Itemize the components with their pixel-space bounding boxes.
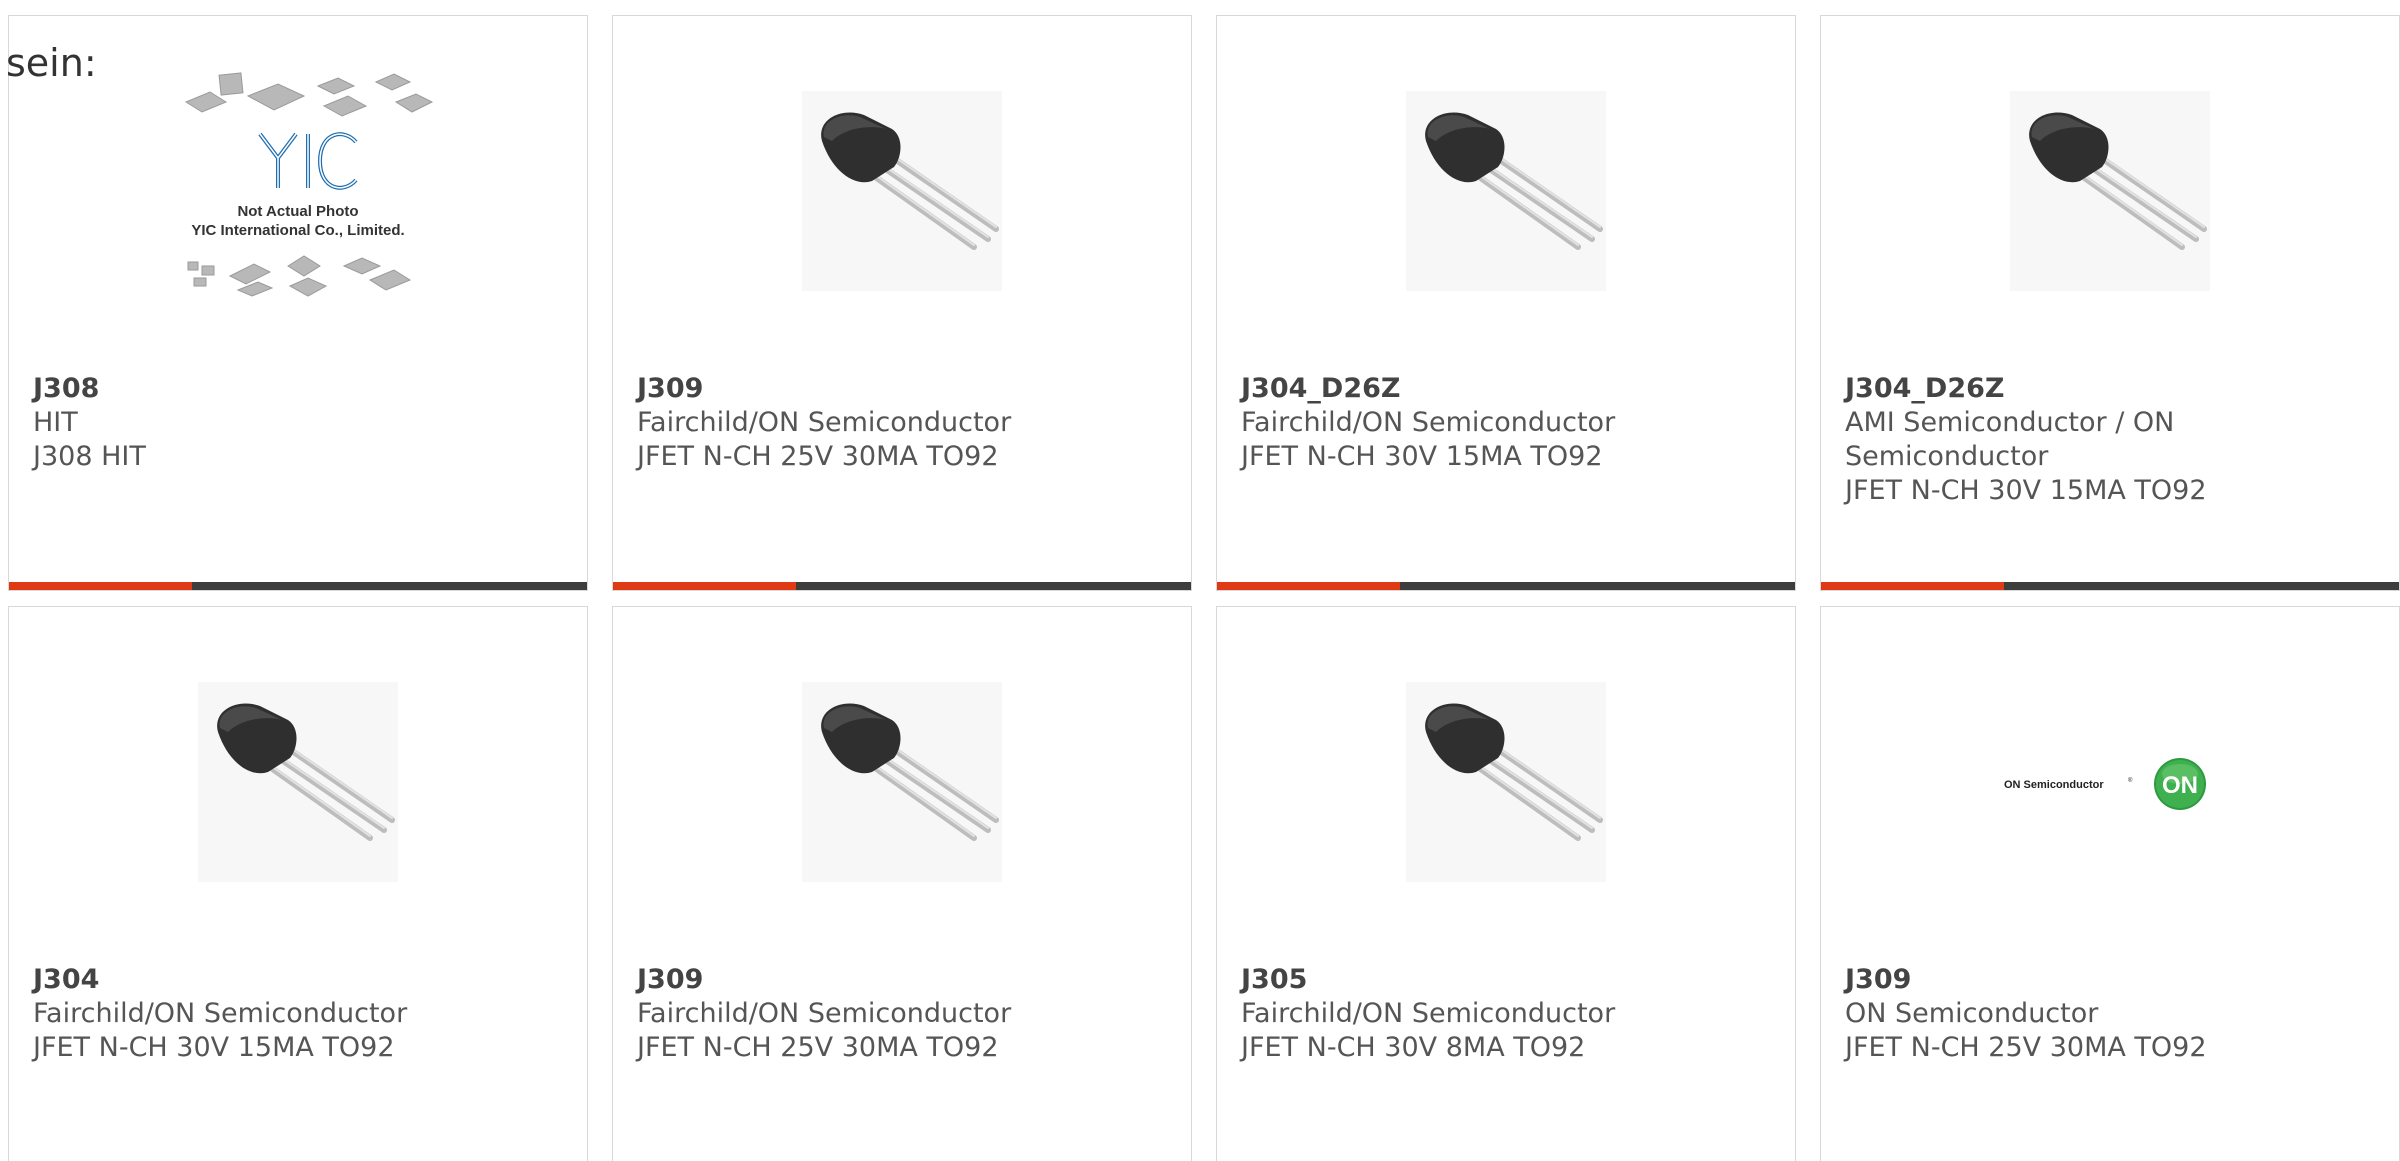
product-card[interactable]: Not Actual Photo YIC International Co., … xyxy=(8,15,588,591)
part-number[interactable]: J304_D26Z xyxy=(1241,372,1771,406)
part-number[interactable]: J304_D26Z xyxy=(1845,372,2375,406)
manufacturer: Fairchild/ON Semiconductor xyxy=(1241,998,1616,1029)
description: JFET N-CH 25V 30MA TO92 xyxy=(1845,1032,2207,1063)
to92-transistor-image xyxy=(802,91,1002,291)
yic-placeholder-image: Not Actual Photo YIC International Co., … xyxy=(184,72,434,297)
product-card[interactable]: J309 Fairchild/ON Semiconductor JFET N-C… xyxy=(612,15,1192,591)
manufacturer: Fairchild/ON Semiconductor xyxy=(637,407,1012,438)
product-info: J304_D26Z AMI Semiconductor / ON Semicon… xyxy=(1845,372,2375,508)
product-info: J309 ON Semiconductor JFET N-CH 25V 30MA… xyxy=(1845,963,2375,1065)
description: JFET N-CH 30V 15MA TO92 xyxy=(1241,441,1603,472)
product-card[interactable]: J304_D26Z AMI Semiconductor / ON Semicon… xyxy=(1820,15,2400,591)
manufacturer: Fairchild/ON Semiconductor xyxy=(637,998,1012,1029)
product-info: J304_D26Z Fairchild/ON Semiconductor JFE… xyxy=(1241,372,1771,474)
to92-transistor-image xyxy=(198,682,398,882)
manufacturer: AMI Semiconductor / ON Semiconductor xyxy=(1845,407,2175,472)
part-number[interactable]: J305 xyxy=(1241,963,1771,997)
part-number[interactable]: J308 xyxy=(33,372,563,406)
product-image[interactable] xyxy=(613,66,1191,316)
part-number[interactable]: J304 xyxy=(33,963,563,997)
description: JFET N-CH 30V 8MA TO92 xyxy=(1241,1032,1586,1063)
manufacturer: ON Semiconductor xyxy=(1845,998,2099,1029)
card-accent-bar xyxy=(1217,582,1795,590)
description: JFET N-CH 30V 15MA TO92 xyxy=(33,1032,395,1063)
manufacturer: HIT xyxy=(33,407,78,438)
description: JFET N-CH 25V 30MA TO92 xyxy=(637,1032,999,1063)
product-image[interactable] xyxy=(9,657,587,907)
product-card[interactable]: J305 Fairchild/ON Semiconductor JFET N-C… xyxy=(1216,606,1796,1161)
card-accent-bar xyxy=(613,582,1191,590)
product-card[interactable]: J304_D26Z Fairchild/ON Semiconductor JFE… xyxy=(1216,15,1796,591)
description: JFET N-CH 25V 30MA TO92 xyxy=(637,441,999,472)
product-info: J309 Fairchild/ON Semiconductor JFET N-C… xyxy=(637,963,1167,1065)
to92-transistor-image xyxy=(2010,91,2210,291)
product-image[interactable] xyxy=(1821,66,2399,316)
intro-text: sein: xyxy=(6,41,97,85)
svg-text:Not Actual Photo: Not Actual Photo xyxy=(237,203,358,220)
product-image[interactable]: Not Actual Photo YIC International Co., … xyxy=(9,66,587,316)
manufacturer: Fairchild/ON Semiconductor xyxy=(33,998,408,1029)
on-semiconductor-logo: ON Semiconductor ® ON xyxy=(2004,758,2206,810)
svg-text:®: ® xyxy=(2128,777,2133,784)
description: J308 HIT xyxy=(33,441,146,472)
svg-text:YIC International Co., Limited: YIC International Co., Limited. xyxy=(191,222,404,239)
product-image[interactable] xyxy=(1217,657,1795,907)
svg-text:ON: ON xyxy=(2162,772,2198,799)
to92-transistor-image xyxy=(802,682,1002,882)
product-info: J308 HIT J308 HIT xyxy=(33,372,563,474)
product-info: J309 Fairchild/ON Semiconductor JFET N-C… xyxy=(637,372,1167,474)
to92-transistor-image xyxy=(1406,91,1606,291)
svg-text:ON Semiconductor: ON Semiconductor xyxy=(2004,779,2104,791)
product-card[interactable]: J304 Fairchild/ON Semiconductor JFET N-C… xyxy=(8,606,588,1161)
part-number[interactable]: J309 xyxy=(637,963,1167,997)
product-grid-page: sein: Not Actual Photo YIC International… xyxy=(0,0,2400,1161)
to92-transistor-image xyxy=(1406,682,1606,882)
product-image[interactable] xyxy=(613,657,1191,907)
product-card[interactable]: J309 Fairchild/ON Semiconductor JFET N-C… xyxy=(612,606,1192,1161)
card-accent-bar xyxy=(9,582,587,590)
product-info: J304 Fairchild/ON Semiconductor JFET N-C… xyxy=(33,963,563,1065)
product-card[interactable]: ON Semiconductor ® ON J309 ON Semiconduc… xyxy=(1820,606,2400,1161)
card-accent-bar xyxy=(1821,582,2399,590)
part-number[interactable]: J309 xyxy=(637,372,1167,406)
manufacturer: Fairchild/ON Semiconductor xyxy=(1241,407,1616,438)
part-number[interactable]: J309 xyxy=(1845,963,2375,997)
product-image[interactable] xyxy=(1217,66,1795,316)
product-info: J305 Fairchild/ON Semiconductor JFET N-C… xyxy=(1241,963,1771,1065)
product-image[interactable]: ON Semiconductor ® ON xyxy=(1821,657,2399,907)
description: JFET N-CH 30V 15MA TO92 xyxy=(1845,475,2207,506)
